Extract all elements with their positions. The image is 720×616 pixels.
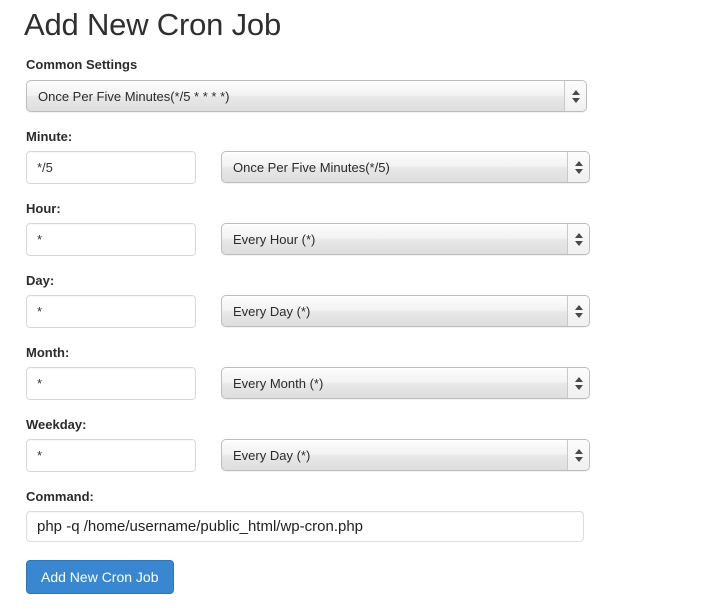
command-input[interactable]: [26, 511, 584, 542]
minute-select[interactable]: Once Per Five Minutes(*/5): [221, 151, 590, 183]
add-new-cron-job-button[interactable]: Add New Cron Job: [26, 560, 174, 594]
add-cron-job-form: Add New Cron Job Common Settings Once Pe…: [0, 0, 720, 616]
minute-select-value: Once Per Five Minutes(*/5): [233, 159, 390, 175]
day-select-value: Every Day (*): [233, 303, 311, 319]
chevron-updown-icon[interactable]: [567, 224, 589, 254]
hour-select-value: Every Hour (*): [233, 231, 316, 247]
common-settings-select[interactable]: Once Per Five Minutes(*/5 * * * *): [26, 80, 587, 112]
minute-label: Minute:: [26, 129, 73, 144]
chevron-updown-icon[interactable]: [567, 368, 589, 398]
chevron-updown-icon[interactable]: [567, 296, 589, 326]
chevron-updown-icon[interactable]: [567, 440, 589, 470]
minute-input[interactable]: [26, 151, 196, 184]
command-label: Command:: [26, 489, 94, 504]
day-input[interactable]: [26, 295, 196, 328]
chevron-updown-icon[interactable]: [567, 152, 589, 182]
page-title: Add New Cron Job: [24, 7, 281, 42]
day-label: Day:: [26, 273, 55, 288]
day-select[interactable]: Every Day (*): [221, 295, 590, 327]
hour-input[interactable]: [26, 223, 196, 256]
weekday-input[interactable]: [26, 439, 196, 472]
weekday-select[interactable]: Every Day (*): [221, 439, 590, 471]
hour-select[interactable]: Every Hour (*): [221, 223, 590, 255]
month-select[interactable]: Every Month (*): [221, 367, 590, 399]
month-label: Month:: [26, 345, 70, 360]
common-settings-select-value: Once Per Five Minutes(*/5 * * * *): [38, 88, 230, 104]
weekday-label: Weekday:: [26, 417, 87, 432]
month-input[interactable]: [26, 367, 196, 400]
month-select-value: Every Month (*): [233, 375, 324, 391]
weekday-select-value: Every Day (*): [233, 447, 311, 463]
common-settings-label: Common Settings: [26, 57, 138, 72]
chevron-updown-icon[interactable]: [564, 81, 586, 111]
hour-label: Hour:: [26, 201, 61, 216]
